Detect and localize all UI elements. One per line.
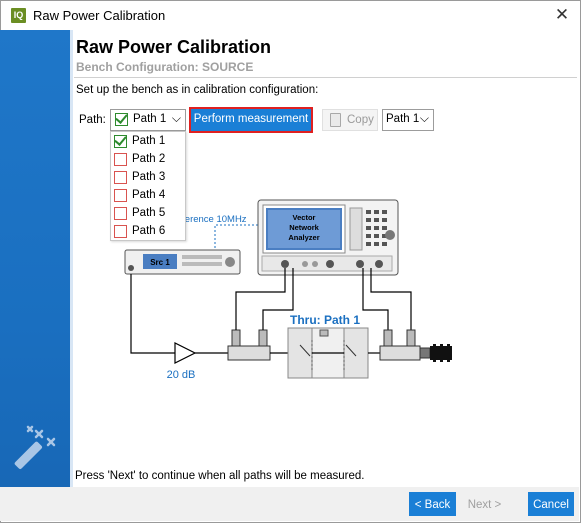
path-option-4[interactable]: Path 4 (111, 187, 185, 205)
path-dropdown-list: Path 1 Path 2 Path 3 Path 4 Path 5 Path … (110, 131, 186, 241)
chevron-down-icon: ⌵ (419, 111, 429, 125)
path-option-2[interactable]: Path 2 (111, 151, 185, 169)
path-label: Path: (79, 114, 106, 126)
magic-wand-icon (14, 425, 56, 470)
path-select[interactable]: Path 1 ⌵ (110, 109, 186, 131)
back-button[interactable]: < Back (409, 492, 456, 516)
path-select-value: Path 1 (133, 113, 167, 125)
checkbox-unchecked[interactable] (114, 171, 127, 184)
title-bar: IQ Raw Power Calibration ✕ (1, 1, 580, 30)
checkbox-unchecked[interactable] (114, 225, 127, 238)
next-button[interactable]: Next > (460, 492, 509, 516)
checkbox-checked[interactable] (114, 135, 127, 148)
instruction-text: Set up the bench as in calibration confi… (76, 84, 319, 96)
side-divider (70, 30, 73, 520)
checkbox-unchecked[interactable] (114, 189, 127, 202)
chevron-down-icon: ⌵ (171, 111, 181, 125)
copy-button[interactable]: Copy (322, 109, 378, 131)
header-divider (74, 77, 577, 78)
path-selected-checkbox (115, 113, 128, 126)
dialog-window: IQ Raw Power Calibration ✕ (0, 0, 581, 523)
page-title: Raw Power Calibration (76, 37, 272, 57)
perform-measurement-button[interactable]: Perform measurement (189, 107, 313, 133)
page-subtitle: Bench Configuration: SOURCE (76, 60, 254, 74)
path-option-1[interactable]: Path 1 (111, 133, 185, 151)
window-title: Raw Power Calibration (33, 8, 166, 23)
checkbox-unchecked[interactable] (114, 153, 127, 166)
path-option-3[interactable]: Path 3 (111, 169, 185, 187)
copy-target-select[interactable]: Path 1 ⌵ (382, 109, 434, 131)
checkbox-unchecked[interactable] (114, 207, 127, 220)
cancel-button[interactable]: Cancel (528, 492, 574, 516)
close-icon[interactable]: ✕ (552, 5, 572, 25)
path-option-5[interactable]: Path 5 (111, 205, 185, 223)
path-option-6[interactable]: Path 6 (111, 223, 185, 241)
app-logo-icon: IQ (11, 8, 26, 23)
copy-icon (330, 113, 341, 127)
copy-target-value: Path 1 (386, 113, 420, 125)
footer-note: Press 'Next' to continue when all paths … (75, 470, 365, 482)
